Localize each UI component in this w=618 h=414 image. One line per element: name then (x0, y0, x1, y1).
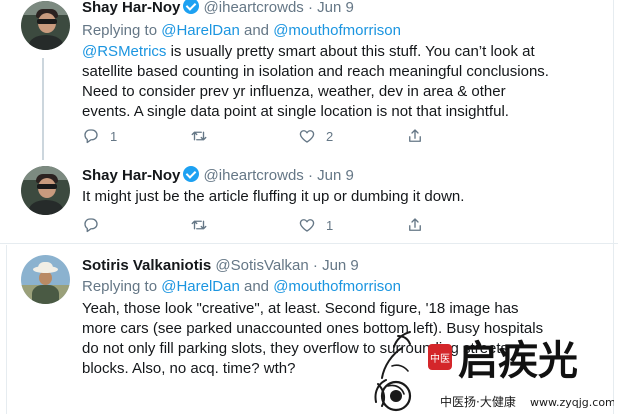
reply-icon (84, 129, 98, 144)
share-button[interactable] (406, 126, 424, 146)
tweet-header: Shay Har-Noy @iheartcrowds · Jun 9 (82, 0, 354, 17)
watermark-seal-text: 中医 (430, 352, 450, 365)
avatar[interactable] (21, 255, 70, 304)
reply-context: Replying to @HarelDan and @mouthofmorris… (82, 21, 401, 40)
tweet-date[interactable]: Jun 9 (317, 167, 354, 184)
text-segment: is usually pretty smart about this stuff… (166, 43, 535, 60)
reply-count: 1 (110, 128, 118, 144)
author-handle[interactable]: @SotisValkan (215, 257, 308, 274)
tweet-text-line: It might just be the article fluffing it… (82, 188, 465, 205)
watermark-url: www.zyqjg.com (530, 396, 614, 409)
like-button[interactable]: 1 (298, 215, 333, 235)
author-name[interactable]: Shay Har-Noy (82, 0, 180, 16)
watermark-logo: 中医 启疾光 中医扬·大健康 www.zyqjg.com (374, 331, 614, 412)
like-button[interactable]: 2 (298, 126, 333, 146)
author-name[interactable]: Shay Har-Noy (82, 167, 180, 184)
separator: · (307, 167, 313, 184)
separator: · (307, 0, 313, 16)
share-icon (409, 129, 421, 142)
tweet-text-line: blocks. Also, no acq. time? wth? (82, 360, 296, 377)
tweet-text-line: events. A single data point at single lo… (82, 103, 509, 120)
mention-link[interactable]: @RSMetrics (82, 43, 166, 60)
reply-icon (84, 218, 98, 233)
mention-link[interactable]: @mouthofmorrison (273, 22, 401, 39)
heart-icon (299, 130, 315, 143)
tweet-header: Sotiris Valkaniotis @SotisValkan · Jun 9 (82, 256, 359, 275)
separator: · (312, 257, 318, 274)
share-icon (409, 218, 421, 231)
mention-link[interactable]: @HarelDan (161, 278, 240, 295)
heart-icon (299, 219, 315, 232)
thread-connector (42, 58, 44, 160)
verified-badge-icon (183, 0, 200, 14)
like-count: 2 (326, 128, 334, 144)
tweet-text-line: Yeah, those look "creative", at least. S… (82, 300, 519, 317)
author-handle[interactable]: @iheartcrowds (204, 0, 304, 16)
and-label: and (243, 22, 270, 39)
tweet-text-line: @RSMetrics is usually pretty smart about… (82, 42, 535, 61)
tweet-2[interactable]: Shay Har-Noy @iheartcrowds · Jun 9 It mi… (0, 158, 618, 244)
replying-to-label: Replying to (82, 278, 158, 295)
watermark-slogan: 中医扬·大健康 (440, 394, 516, 409)
reply-context: Replying to @HarelDan and @mouthofmorris… (82, 277, 401, 296)
like-count: 1 (326, 217, 334, 233)
tweet-header: Shay Har-Noy @iheartcrowds · Jun 9 (82, 166, 354, 185)
retweet-button[interactable] (190, 126, 218, 146)
author-handle[interactable]: @iheartcrowds (204, 167, 304, 184)
author-name[interactable]: Sotiris Valkaniotis (82, 257, 211, 274)
avatar[interactable] (21, 166, 70, 215)
avatar[interactable] (21, 1, 70, 50)
verified-badge-icon (183, 166, 200, 182)
retweet-icon (191, 220, 207, 230)
mention-link[interactable]: @HarelDan (161, 22, 240, 39)
tweet-text-line: satellite based counting in isolation an… (82, 63, 549, 80)
reply-button[interactable] (82, 215, 110, 235)
tweet-date[interactable]: Jun 9 (322, 257, 359, 274)
tweet-1[interactable]: Shay Har-Noy @iheartcrowds · Jun 9 Reply… (0, 0, 618, 160)
watermark-crane-icon (374, 331, 412, 412)
replying-to-label: Replying to (82, 22, 158, 39)
tweet-text-line: Need to consider prev yr influenza, weat… (82, 83, 506, 100)
watermark-brand: 启疾光 (458, 337, 578, 384)
mention-link[interactable]: @mouthofmorrison (273, 278, 401, 295)
retweet-icon (191, 131, 207, 141)
share-button[interactable] (406, 215, 424, 235)
and-label: and (243, 278, 270, 295)
tweet-date[interactable]: Jun 9 (317, 0, 354, 16)
retweet-button[interactable] (190, 215, 218, 235)
reply-button[interactable]: 1 (82, 126, 117, 146)
